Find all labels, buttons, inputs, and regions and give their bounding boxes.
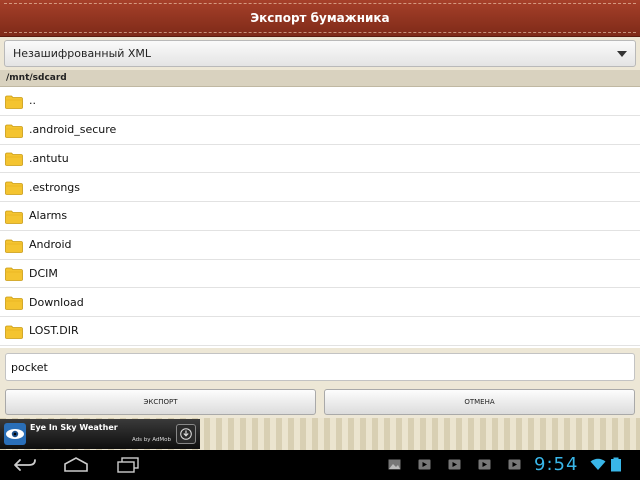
folder-icon — [5, 267, 23, 282]
file-row[interactable]: DCIM — [0, 260, 640, 289]
file-row[interactable]: Download — [0, 288, 640, 317]
format-area: Незашифрованный XML — [0, 37, 640, 70]
folder-icon — [5, 296, 23, 311]
file-name: .. — [29, 94, 36, 108]
file-row[interactable]: Android — [0, 231, 640, 260]
file-name: Android — [29, 238, 72, 252]
file-row[interactable]: .. — [0, 87, 640, 116]
file-row[interactable]: .android_secure — [0, 116, 640, 145]
file-name: Download — [29, 295, 84, 309]
file-row[interactable]: Alarms — [0, 202, 640, 231]
play-store-icon — [508, 459, 521, 470]
download-icon[interactable] — [176, 424, 196, 444]
title-bar: Экспорт бумажника — [0, 0, 640, 37]
file-name: DCIM — [29, 266, 58, 280]
battery-icon — [611, 457, 621, 472]
folder-icon — [5, 181, 23, 196]
file-row[interactable]: .estrongs — [0, 173, 640, 202]
file-row[interactable]: .antutu — [0, 145, 640, 174]
filename-area — [0, 348, 640, 386]
export-button[interactable]: ЭКСПОРТ — [5, 389, 316, 415]
file-name: .antutu — [29, 151, 69, 165]
ad-area: Eye In Sky Weather Ads by AdMob — [0, 418, 640, 450]
button-bar: ЭКСПОРТ ОТМЕНА — [0, 386, 640, 418]
folder-icon — [5, 239, 23, 253]
folder-icon — [5, 152, 23, 167]
page-title: Экспорт бумажника — [250, 11, 390, 25]
folder-icon — [5, 210, 23, 224]
current-path: /mnt/sdcard — [0, 70, 640, 87]
format-dropdown-value: Незашифрованный XML — [13, 47, 152, 60]
ad-banner[interactable]: Eye In Sky Weather Ads by AdMob — [0, 419, 200, 449]
file-row[interactable]: LOST.DIR — [0, 317, 640, 346]
play-store-icon — [418, 459, 431, 470]
format-dropdown[interactable]: Незашифрованный XML — [4, 40, 636, 67]
picture-icon — [388, 459, 401, 470]
file-list: .. .android_secure .antutu .estrongs Ala… — [0, 87, 640, 348]
chevron-down-icon — [617, 50, 627, 57]
folder-icon — [5, 325, 23, 339]
file-name: LOST.DIR — [29, 324, 79, 338]
recent-apps-icon[interactable] — [115, 456, 141, 474]
ad-attribution: Ads by AdMob — [132, 437, 172, 443]
home-icon[interactable] — [62, 456, 90, 474]
play-store-icon — [478, 459, 491, 470]
system-nav-bar: 9:54 — [0, 450, 640, 480]
folder-icon — [5, 124, 23, 138]
cancel-button[interactable]: ОТМЕНА — [324, 389, 635, 415]
folder-icon — [5, 95, 23, 109]
file-name: Alarms — [29, 209, 68, 223]
status-clock: 9:54 — [534, 454, 579, 475]
wifi-icon — [590, 458, 606, 470]
eye-icon — [4, 423, 26, 445]
ad-title: Eye In Sky Weather — [30, 423, 118, 432]
current-path-text: /mnt/sdcard — [6, 73, 67, 83]
back-icon[interactable] — [12, 456, 38, 474]
play-store-icon — [448, 459, 461, 470]
filename-input[interactable] — [5, 353, 635, 381]
file-name: .estrongs — [29, 180, 81, 194]
file-name: .android_secure — [29, 123, 117, 137]
